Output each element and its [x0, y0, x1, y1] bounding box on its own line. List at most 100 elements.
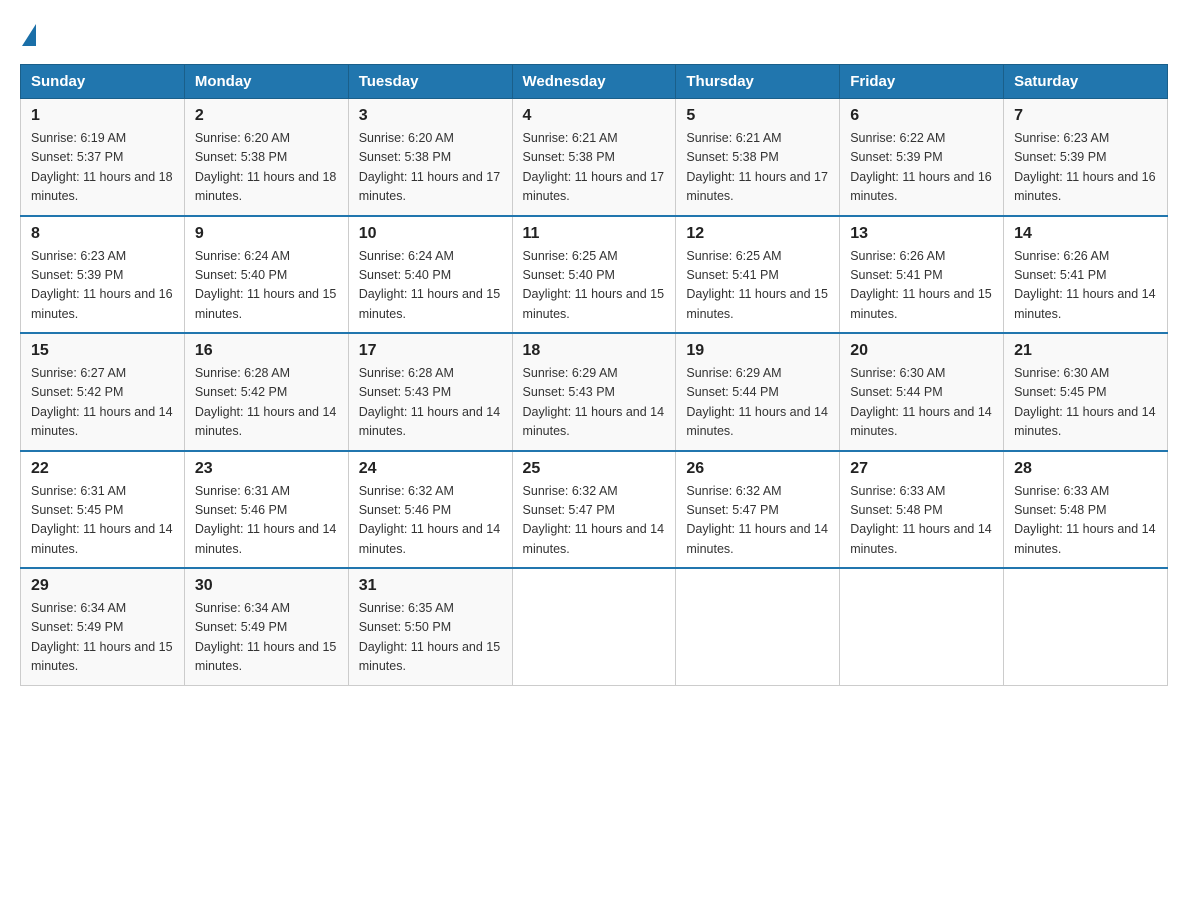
day-number: 10 — [359, 225, 502, 243]
day-number: 2 — [195, 107, 338, 125]
day-info: Sunrise: 6:30 AMSunset: 5:44 PMDaylight:… — [850, 364, 993, 442]
calendar-day-cell: 15 Sunrise: 6:27 AMSunset: 5:42 PMDayligh… — [21, 333, 185, 451]
calendar-day-cell: 16 Sunrise: 6:28 AMSunset: 5:42 PMDayligh… — [184, 333, 348, 451]
calendar-day-cell: 2 Sunrise: 6:20 AMSunset: 5:38 PMDaylight… — [184, 99, 348, 216]
day-number: 21 — [1014, 342, 1157, 360]
day-number: 25 — [523, 460, 666, 478]
weekday-header-thursday: Thursday — [676, 65, 840, 99]
calendar-day-cell: 12 Sunrise: 6:25 AMSunset: 5:41 PMDayligh… — [676, 216, 840, 334]
calendar-day-cell: 31 Sunrise: 6:35 AMSunset: 5:50 PMDayligh… — [348, 568, 512, 685]
weekday-header-sunday: Sunday — [21, 65, 185, 99]
day-number: 11 — [523, 225, 666, 243]
calendar-day-cell: 5Sunrise: 6:21 AMSunset: 5:38 PMDaylight… — [676, 99, 840, 216]
page-header — [20, 20, 1168, 46]
day-info: Sunrise: 6:31 AMSunset: 5:46 PMDaylight:… — [195, 482, 338, 560]
day-info: Sunrise: 6:20 AMSunset: 5:38 PMDaylight:… — [195, 129, 338, 207]
weekday-header-friday: Friday — [840, 65, 1004, 99]
day-info: Sunrise: 6:19 AMSunset: 5:37 PMDaylight:… — [31, 129, 174, 207]
day-info: Sunrise: 6:30 AMSunset: 5:45 PMDaylight:… — [1014, 364, 1157, 442]
calendar-day-cell: 3 Sunrise: 6:20 AMSunset: 5:38 PMDaylight… — [348, 99, 512, 216]
day-info: Sunrise: 6:29 AMSunset: 5:43 PMDaylight:… — [523, 364, 666, 442]
calendar-day-cell: 26 Sunrise: 6:32 AMSunset: 5:47 PMDayligh… — [676, 451, 840, 569]
calendar-day-cell: 7Sunrise: 6:23 AMSunset: 5:39 PMDaylight… — [1004, 99, 1168, 216]
day-number: 26 — [686, 460, 829, 478]
weekday-header-tuesday: Tuesday — [348, 65, 512, 99]
calendar-day-cell: 13 Sunrise: 6:26 AMSunset: 5:41 PMDayligh… — [840, 216, 1004, 334]
day-info: Sunrise: 6:34 AMSunset: 5:49 PMDaylight:… — [31, 599, 174, 677]
calendar-day-cell: 25 Sunrise: 6:32 AMSunset: 5:47 PMDayligh… — [512, 451, 676, 569]
day-number: 22 — [31, 460, 174, 478]
day-info: Sunrise: 6:24 AMSunset: 5:40 PMDaylight:… — [359, 247, 502, 325]
day-number: 9 — [195, 225, 338, 243]
weekday-header-wednesday: Wednesday — [512, 65, 676, 99]
day-number: 12 — [686, 225, 829, 243]
day-info: Sunrise: 6:20 AMSunset: 5:38 PMDaylight:… — [359, 129, 502, 207]
calendar-week-row: 22 Sunrise: 6:31 AMSunset: 5:45 PMDayligh… — [21, 451, 1168, 569]
logo-triangle-icon — [22, 24, 36, 46]
day-info: Sunrise: 6:21 AMSunset: 5:38 PMDaylight:… — [523, 129, 666, 207]
day-info: Sunrise: 6:29 AMSunset: 5:44 PMDaylight:… — [686, 364, 829, 442]
day-number: 31 — [359, 577, 502, 595]
day-info: Sunrise: 6:32 AMSunset: 5:47 PMDaylight:… — [523, 482, 666, 560]
day-number: 16 — [195, 342, 338, 360]
day-number: 3 — [359, 107, 502, 125]
calendar-day-cell: 18 Sunrise: 6:29 AMSunset: 5:43 PMDayligh… — [512, 333, 676, 451]
calendar-day-cell: 14 Sunrise: 6:26 AMSunset: 5:41 PMDayligh… — [1004, 216, 1168, 334]
day-number: 20 — [850, 342, 993, 360]
calendar-day-cell: 28 Sunrise: 6:33 AMSunset: 5:48 PMDayligh… — [1004, 451, 1168, 569]
day-info: Sunrise: 6:31 AMSunset: 5:45 PMDaylight:… — [31, 482, 174, 560]
day-info: Sunrise: 6:28 AMSunset: 5:43 PMDaylight:… — [359, 364, 502, 442]
calendar-day-cell: 27 Sunrise: 6:33 AMSunset: 5:48 PMDayligh… — [840, 451, 1004, 569]
day-number: 7 — [1014, 107, 1157, 125]
day-number: 19 — [686, 342, 829, 360]
calendar-day-cell: 10 Sunrise: 6:24 AMSunset: 5:40 PMDayligh… — [348, 216, 512, 334]
day-info: Sunrise: 6:26 AMSunset: 5:41 PMDaylight:… — [850, 247, 993, 325]
calendar-table: SundayMondayTuesdayWednesdayThursdayFrid… — [20, 64, 1168, 686]
calendar-day-cell: 4Sunrise: 6:21 AMSunset: 5:38 PMDaylight… — [512, 99, 676, 216]
day-info: Sunrise: 6:26 AMSunset: 5:41 PMDaylight:… — [1014, 247, 1157, 325]
day-number: 24 — [359, 460, 502, 478]
calendar-week-row: 15 Sunrise: 6:27 AMSunset: 5:42 PMDayligh… — [21, 333, 1168, 451]
day-info: Sunrise: 6:25 AMSunset: 5:40 PMDaylight:… — [523, 247, 666, 325]
day-info: Sunrise: 6:25 AMSunset: 5:41 PMDaylight:… — [686, 247, 829, 325]
day-info: Sunrise: 6:33 AMSunset: 5:48 PMDaylight:… — [1014, 482, 1157, 560]
calendar-day-cell: 11 Sunrise: 6:25 AMSunset: 5:40 PMDayligh… — [512, 216, 676, 334]
calendar-day-cell: 19 Sunrise: 6:29 AMSunset: 5:44 PMDayligh… — [676, 333, 840, 451]
calendar-header: SundayMondayTuesdayWednesdayThursdayFrid… — [21, 65, 1168, 99]
day-info: Sunrise: 6:28 AMSunset: 5:42 PMDaylight:… — [195, 364, 338, 442]
day-info: Sunrise: 6:34 AMSunset: 5:49 PMDaylight:… — [195, 599, 338, 677]
day-number: 14 — [1014, 225, 1157, 243]
day-info: Sunrise: 6:22 AMSunset: 5:39 PMDaylight:… — [850, 129, 993, 207]
calendar-day-cell: 29 Sunrise: 6:34 AMSunset: 5:49 PMDayligh… — [21, 568, 185, 685]
day-number: 28 — [1014, 460, 1157, 478]
logo — [20, 20, 36, 46]
day-number: 6 — [850, 107, 993, 125]
calendar-day-cell: 30Sunrise: 6:34 AMSunset: 5:49 PMDayligh… — [184, 568, 348, 685]
day-number: 29 — [31, 577, 174, 595]
calendar-day-cell: 1 Sunrise: 6:19 AMSunset: 5:37 PMDaylight… — [21, 99, 185, 216]
weekday-header-monday: Monday — [184, 65, 348, 99]
calendar-week-row: 29 Sunrise: 6:34 AMSunset: 5:49 PMDayligh… — [21, 568, 1168, 685]
calendar-day-cell: 20 Sunrise: 6:30 AMSunset: 5:44 PMDayligh… — [840, 333, 1004, 451]
day-info: Sunrise: 6:32 AMSunset: 5:47 PMDaylight:… — [686, 482, 829, 560]
day-number: 8 — [31, 225, 174, 243]
weekday-header-saturday: Saturday — [1004, 65, 1168, 99]
day-info: Sunrise: 6:23 AMSunset: 5:39 PMDaylight:… — [31, 247, 174, 325]
calendar-day-cell: 9 Sunrise: 6:24 AMSunset: 5:40 PMDaylight… — [184, 216, 348, 334]
day-number: 1 — [31, 107, 174, 125]
day-number: 13 — [850, 225, 993, 243]
day-info: Sunrise: 6:35 AMSunset: 5:50 PMDaylight:… — [359, 599, 502, 677]
day-info: Sunrise: 6:33 AMSunset: 5:48 PMDaylight:… — [850, 482, 993, 560]
calendar-day-cell: 22 Sunrise: 6:31 AMSunset: 5:45 PMDayligh… — [21, 451, 185, 569]
day-info: Sunrise: 6:24 AMSunset: 5:40 PMDaylight:… — [195, 247, 338, 325]
day-info: Sunrise: 6:21 AMSunset: 5:38 PMDaylight:… — [686, 129, 829, 207]
day-number: 15 — [31, 342, 174, 360]
day-number: 17 — [359, 342, 502, 360]
calendar-body: 1 Sunrise: 6:19 AMSunset: 5:37 PMDaylight… — [21, 99, 1168, 686]
calendar-day-cell — [512, 568, 676, 685]
day-info: Sunrise: 6:27 AMSunset: 5:42 PMDaylight:… — [31, 364, 174, 442]
calendar-day-cell: 21 Sunrise: 6:30 AMSunset: 5:45 PMDayligh… — [1004, 333, 1168, 451]
day-number: 27 — [850, 460, 993, 478]
day-number: 18 — [523, 342, 666, 360]
calendar-day-cell: 8 Sunrise: 6:23 AMSunset: 5:39 PMDaylight… — [21, 216, 185, 334]
